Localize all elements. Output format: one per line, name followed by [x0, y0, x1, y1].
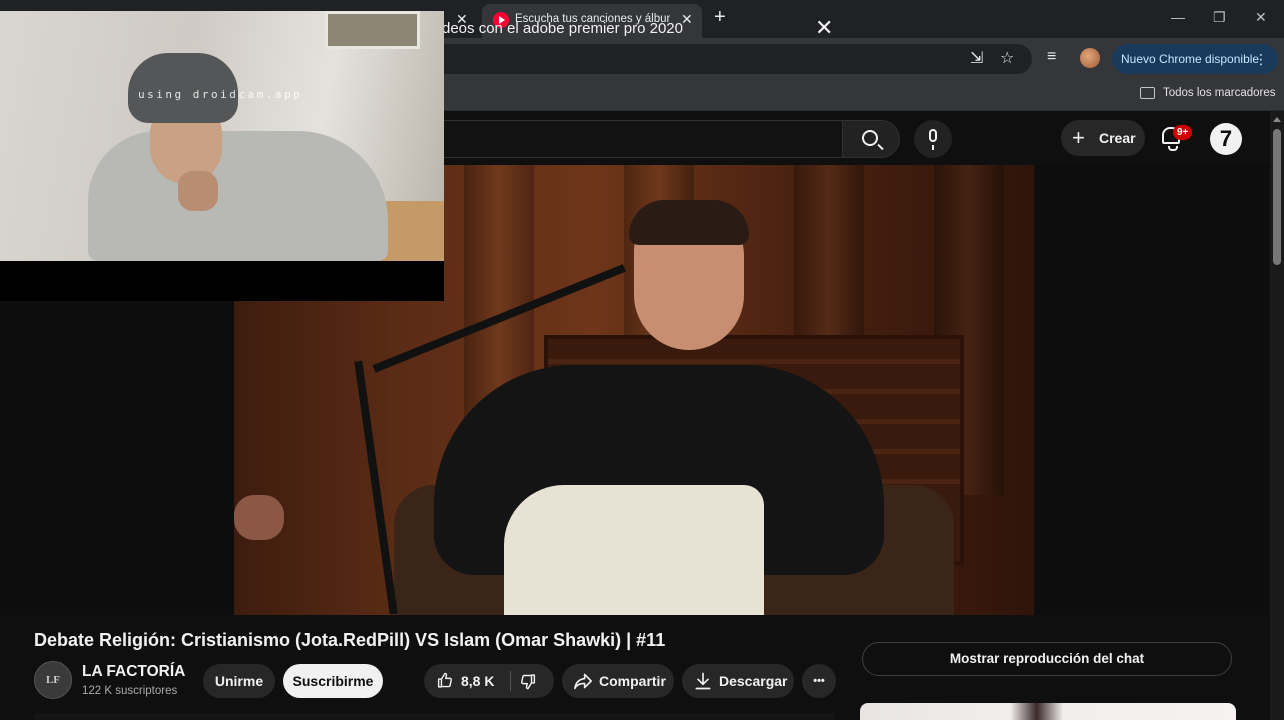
- streamer-hoodie: [88, 131, 388, 261]
- share-icon: [573, 673, 592, 690]
- thumbs-up-icon[interactable]: [436, 672, 454, 689]
- search-input[interactable]: [380, 120, 842, 158]
- droidcam-watermark: using droidcam.app: [138, 88, 303, 101]
- show-chat-replay-button[interactable]: Mostrar reproducción del chat: [862, 642, 1232, 676]
- clear-search-icon[interactable]: ✕: [815, 15, 833, 41]
- channel-subscriber-count: 122 K suscriptores: [82, 685, 178, 697]
- shelf-slat: [548, 359, 960, 364]
- address-bar[interactable]: [430, 44, 1032, 74]
- subscribe-button[interactable]: Suscribirme: [283, 664, 383, 698]
- bookmark-star-icon[interactable]: ☆: [1000, 48, 1014, 68]
- speaker-hair: [629, 200, 749, 245]
- search-query-text: deos con el adobe premier pro 2020: [442, 20, 683, 37]
- minimize-icon[interactable]: —: [1171, 9, 1185, 25]
- share-label: Compartir: [599, 673, 666, 689]
- profile-avatar[interactable]: [1080, 48, 1100, 68]
- join-button[interactable]: Unirme: [203, 664, 275, 698]
- microphone-icon: [929, 129, 937, 150]
- notifications-badge: 9+: [1173, 125, 1193, 140]
- more-actions-button[interactable]: •••: [802, 664, 836, 698]
- voice-search-button[interactable]: [914, 120, 952, 158]
- restore-icon[interactable]: ❐: [1213, 9, 1226, 26]
- download-button[interactable]: Descargar: [682, 664, 794, 698]
- webcam-window: [325, 11, 420, 49]
- media-control-icon[interactable]: ≡: [1047, 48, 1056, 66]
- video-title: Debate Religión: Cristianismo (Jota.RedP…: [34, 630, 666, 650]
- like-divider: [510, 671, 511, 691]
- channel-avatar[interactable]: LF: [34, 661, 72, 699]
- like-count: 8,8 K: [461, 673, 495, 689]
- speaker-legs: [504, 485, 764, 615]
- webcam-overlay: using droidcam.app: [0, 11, 444, 301]
- window-close-icon[interactable]: ✕: [1255, 9, 1267, 26]
- create-label: Crear: [1099, 130, 1136, 146]
- share-button[interactable]: Compartir: [562, 664, 674, 698]
- page-scrollbar[interactable]: [1270, 111, 1284, 720]
- create-button[interactable]: + Crear: [1061, 120, 1145, 156]
- like-dislike-group: 8,8 K: [424, 664, 554, 698]
- chrome-update-button[interactable]: Nuevo Chrome disponible ⋮: [1112, 44, 1278, 74]
- more-dots-icon: •••: [813, 675, 825, 687]
- recommended-video-thumbnail[interactable]: [860, 703, 1236, 720]
- thumbs-down-icon[interactable]: [519, 673, 537, 690]
- search-button[interactable]: [842, 120, 900, 158]
- all-bookmarks-link[interactable]: Todos los marcadores: [1163, 87, 1276, 99]
- webcam-room: [0, 11, 444, 261]
- chrome-update-label: Nuevo Chrome disponible: [1121, 52, 1260, 66]
- microphone-stand: [354, 360, 398, 615]
- download-label: Descargar: [719, 673, 788, 689]
- account-avatar[interactable]: 7: [1210, 123, 1242, 155]
- install-app-icon[interactable]: ⇲: [970, 48, 983, 68]
- new-tab-icon[interactable]: +: [714, 6, 726, 29]
- guest-hand: [234, 495, 284, 540]
- channel-name[interactable]: LA FACTORÍA: [82, 663, 185, 681]
- streamer-hand: [178, 171, 218, 211]
- scroll-up-arrow-icon[interactable]: [1273, 117, 1281, 122]
- plus-icon: +: [1072, 125, 1085, 150]
- menu-dots-icon: ⋮: [1254, 51, 1268, 67]
- search-icon: [862, 130, 878, 146]
- download-icon: [695, 672, 711, 690]
- folder-icon: [1140, 87, 1155, 99]
- description-box-edge: [34, 713, 834, 720]
- scrollbar-thumb[interactable]: [1273, 129, 1281, 265]
